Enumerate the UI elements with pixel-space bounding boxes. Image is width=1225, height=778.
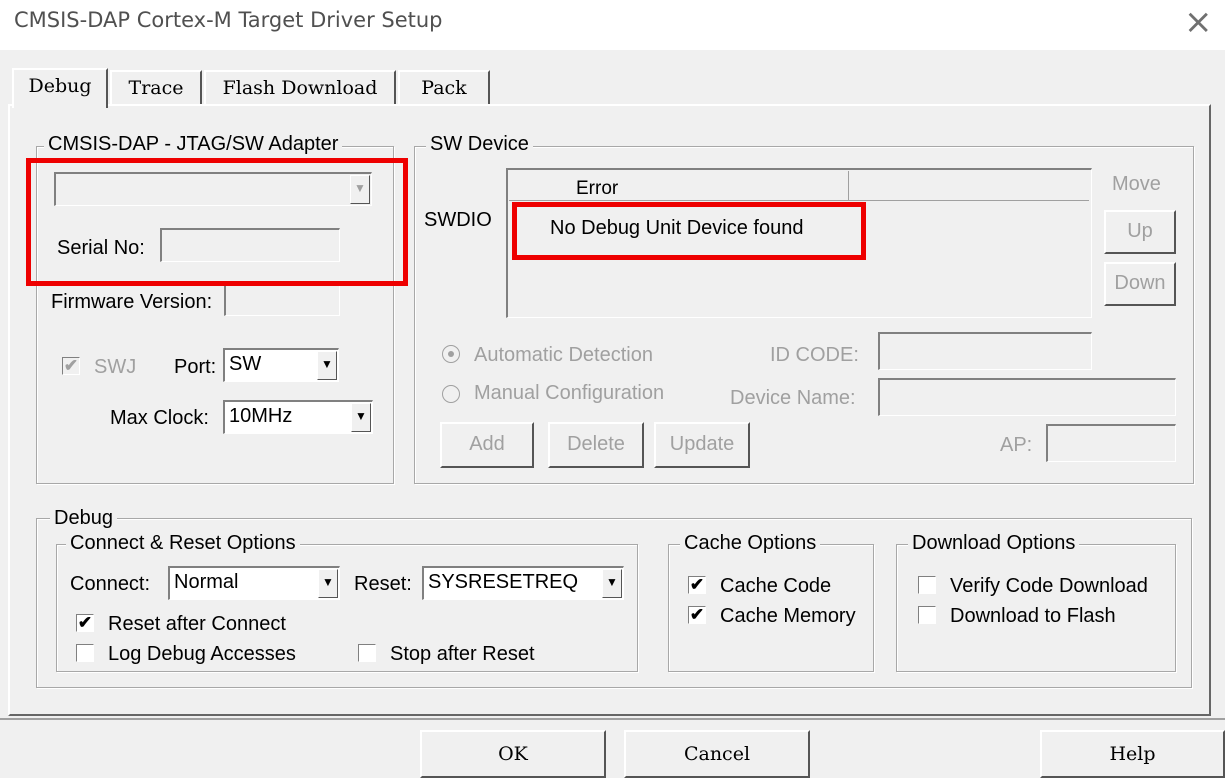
auto-detect-radio[interactable] (442, 345, 460, 363)
tab-debug[interactable]: Debug (12, 68, 108, 108)
verify-code-checkbox[interactable] (918, 576, 936, 594)
id-code-field[interactable] (878, 332, 1092, 370)
close-icon[interactable]: × (1184, 2, 1213, 42)
manual-config-radio[interactable] (442, 385, 460, 403)
reset-select[interactable]: SYSRESETREQ ▼ (422, 566, 624, 600)
device-name-field[interactable] (878, 378, 1176, 416)
connect-label: Connect: (70, 573, 151, 595)
log-debug-label: Log Debug Accesses (108, 643, 296, 665)
swdio-label: SWDIO (424, 209, 492, 231)
cache-code-label: Cache Code (720, 575, 832, 597)
cancel-button[interactable]: Cancel (624, 730, 810, 778)
connect-reset-group-label: Connect & Reset Options (66, 532, 300, 554)
ap-label: AP: (1000, 434, 1033, 456)
port-value: SW (229, 353, 262, 375)
tab-flash-download[interactable]: Flash Download (204, 70, 396, 104)
cache-code-checkbox[interactable]: ✔ (688, 576, 706, 594)
radio-selected-dot (448, 351, 454, 357)
cache-memory-label: Cache Memory (720, 605, 856, 627)
swj-checkbox[interactable]: ✔ (62, 357, 80, 375)
reset-after-connect-label: Reset after Connect (108, 613, 286, 635)
download-group-label: Download Options (908, 532, 1080, 554)
id-code-label: ID CODE: (770, 344, 859, 366)
chevron-down-icon: ▼ (318, 569, 338, 598)
verify-code-label: Verify Code Download (950, 575, 1148, 597)
table-header-error: Error (576, 178, 619, 199)
max-clock-value: 10MHz (229, 405, 293, 427)
device-name-label: Device Name: (730, 387, 856, 409)
delete-button[interactable]: Delete (548, 422, 644, 468)
log-debug-checkbox[interactable] (76, 644, 94, 662)
footer-separator (0, 718, 1225, 720)
up-button[interactable]: Up (1104, 210, 1176, 254)
cache-memory-checkbox[interactable]: ✔ (688, 606, 706, 624)
max-clock-select[interactable]: 10MHz ▼ (223, 400, 373, 434)
firmware-label: Firmware Version: (51, 291, 213, 313)
connect-select[interactable]: Normal ▼ (168, 566, 340, 600)
ok-button[interactable]: OK (420, 730, 606, 778)
ap-field[interactable] (1046, 424, 1176, 462)
table-header-divider (848, 171, 849, 201)
port-label: Port: (174, 356, 217, 378)
down-button[interactable]: Down (1104, 262, 1176, 306)
connect-value: Normal (174, 571, 239, 593)
add-button[interactable]: Add (440, 422, 534, 468)
help-button[interactable]: Help (1040, 730, 1225, 778)
sw-device-group-label: SW Device (426, 133, 533, 155)
tab-trace[interactable]: Trace (110, 70, 202, 104)
tab-pack[interactable]: Pack (398, 70, 490, 104)
download-flash-label: Download to Flash (950, 605, 1116, 627)
download-flash-checkbox[interactable] (918, 606, 936, 624)
stop-after-reset-label: Stop after Reset (390, 643, 535, 665)
port-select[interactable]: SW ▼ (223, 348, 339, 382)
chevron-down-icon: ▼ (351, 403, 371, 432)
cache-group-label: Cache Options (680, 532, 821, 554)
swj-label: SWJ (94, 356, 137, 378)
reset-label: Reset: (354, 573, 412, 595)
reset-after-connect-checkbox[interactable]: ✔ (76, 614, 94, 632)
move-label: Move (1112, 173, 1161, 195)
chevron-down-icon: ▼ (317, 351, 337, 380)
highlight-box-adapter (26, 158, 408, 286)
update-button[interactable]: Update (654, 422, 750, 468)
stop-after-reset-checkbox[interactable] (358, 644, 376, 662)
adapter-group-label: CMSIS-DAP - JTAG/SW Adapter (44, 133, 343, 155)
reset-value: SYSRESETREQ (428, 571, 579, 593)
window-title: CMSIS-DAP Cortex-M Target Driver Setup (14, 8, 443, 32)
firmware-field (224, 282, 340, 316)
chevron-down-icon: ▼ (602, 569, 622, 598)
highlight-box-error (512, 202, 866, 260)
manual-config-label: Manual Configuration (474, 382, 665, 404)
auto-detect-label: Automatic Detection (474, 344, 653, 366)
debug-group-label: Debug (50, 507, 117, 529)
max-clock-label: Max Clock: (110, 407, 209, 429)
